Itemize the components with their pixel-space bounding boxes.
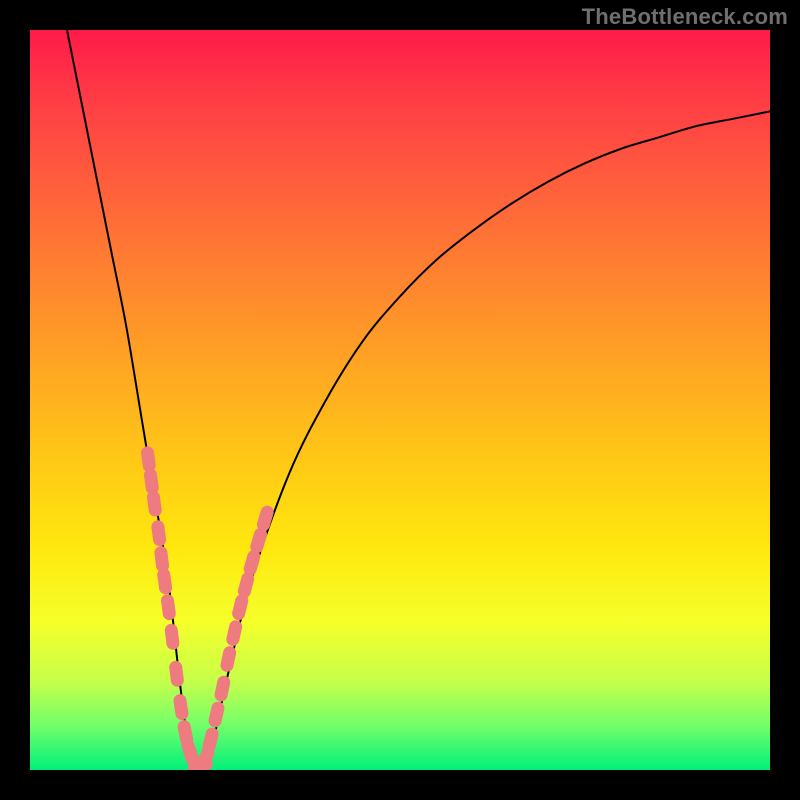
data-marker <box>168 660 184 687</box>
chart-frame: TheBottleneck.com <box>0 0 800 800</box>
data-marker <box>207 700 225 728</box>
watermark-text: TheBottleneck.com <box>582 4 788 30</box>
data-marker <box>160 593 176 620</box>
data-marker <box>201 726 220 754</box>
bottleneck-curve <box>67 30 770 770</box>
data-marker <box>219 645 237 673</box>
data-marker <box>225 619 243 647</box>
data-marker <box>146 490 163 518</box>
data-marker <box>173 693 190 721</box>
plot-area <box>30 30 770 770</box>
data-marker <box>156 568 172 596</box>
data-marker <box>236 571 255 599</box>
marker-group <box>140 445 275 770</box>
data-marker <box>154 545 170 572</box>
data-marker <box>164 623 180 650</box>
chart-svg <box>30 30 770 770</box>
data-marker <box>151 519 167 546</box>
data-marker <box>213 675 231 703</box>
